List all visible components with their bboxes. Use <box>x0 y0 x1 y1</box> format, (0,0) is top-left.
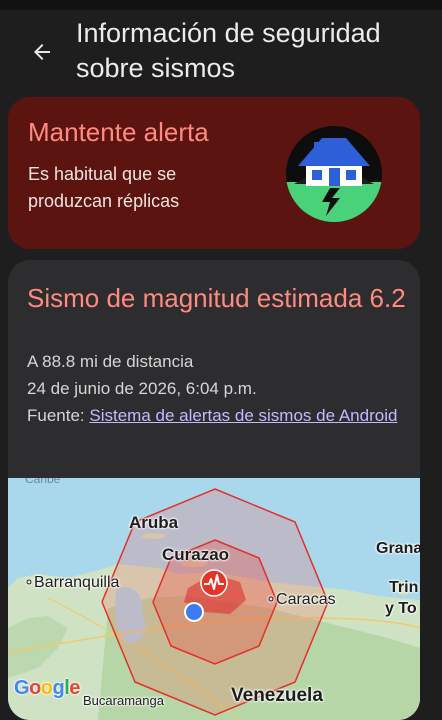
map-label-caracas: ∘Caracas <box>266 591 336 608</box>
house-earthquake-icon <box>286 126 382 222</box>
location-dot-icon <box>184 602 204 622</box>
app-header: Información de seguridad sobre sismos <box>0 10 442 96</box>
arrow-left-icon <box>34 44 50 60</box>
map-label-trinidad: Trin <box>389 579 419 596</box>
quake-source: Fuente: Sistema de alertas de sismos de … <box>27 404 417 428</box>
map-label-aruba: Aruba <box>129 513 179 532</box>
map-label-bucaramanga: Bucaramanga <box>83 693 164 708</box>
map-label-caribe: Caribe <box>25 478 61 486</box>
quake-date: 24 de junio de 2026, 6:04 p.m. <box>27 379 257 398</box>
earthquake-map[interactable]: Caribe Aruba Curazao ∘Barranquilla ∘Cara… <box>8 478 420 720</box>
status-bar <box>0 0 442 10</box>
source-prefix: Fuente: <box>27 406 90 425</box>
quake-distance: A 88.8 mi de distancia <box>27 352 194 371</box>
quake-title: Sismo de magnitud estimada 6.2 <box>27 283 406 313</box>
map-label-curazao: Curazao <box>162 545 230 564</box>
alert-title: Mantente alerta <box>28 117 209 147</box>
aftershock-alert-card: Mantente alerta Es habitual que se produ… <box>8 97 420 249</box>
google-logo: Google <box>14 677 80 699</box>
map-label-barranquilla: ∘Barranquilla <box>24 574 120 591</box>
source-link[interactable]: Sistema de alertas de sismos de Android <box>89 406 397 425</box>
map-label-venezuela: Venezuela <box>231 685 323 706</box>
back-button[interactable] <box>24 34 60 70</box>
page-title: Información de seguridad sobre sismos <box>76 18 381 83</box>
seismic-wave-icon[interactable] <box>200 569 228 597</box>
alert-text: Es habitual que se produzcan réplicas <box>28 164 180 211</box>
map-label-granada: Grana <box>376 540 420 557</box>
earthquake-info-card: Sismo de magnitud estimada 6.2 A 88.8 mi… <box>8 260 420 720</box>
map-label-tobago: y To <box>385 600 417 617</box>
